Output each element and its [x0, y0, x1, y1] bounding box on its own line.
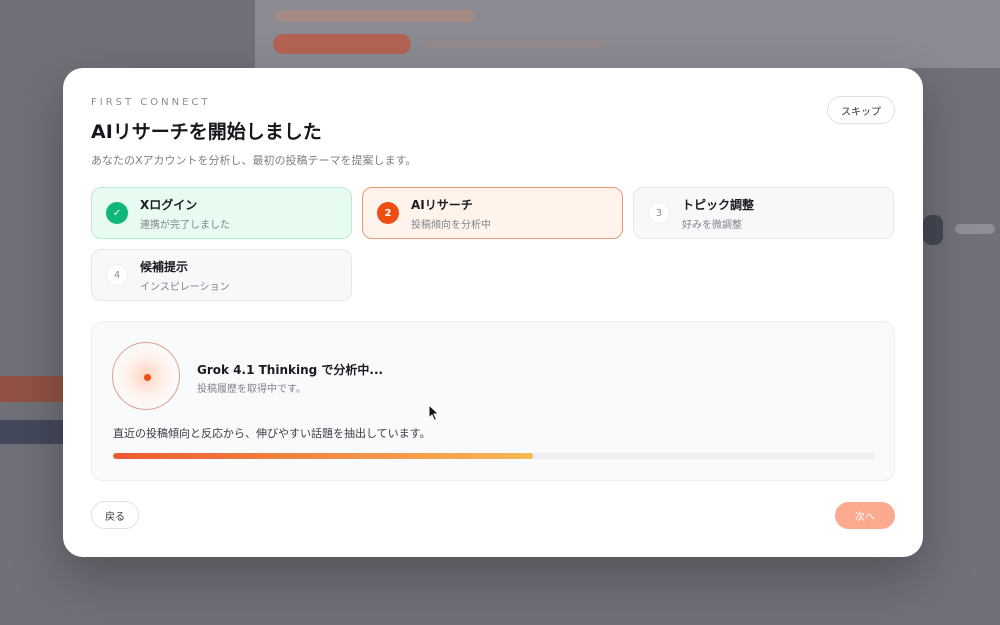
analysis-description: 直近の投稿傾向と反応から、伸びやすい話題を抽出しています。 [113, 427, 431, 440]
background-element [955, 224, 995, 234]
step-title: Xログイン [140, 197, 198, 212]
analysis-panel: Grok 4.1 Thinking で分析中... 投稿履歴を取得中です。 直近… [91, 321, 895, 481]
background-element [923, 215, 943, 245]
step-desc: 好みを微調整 [682, 219, 742, 231]
progress-fill [113, 453, 533, 459]
analysis-title: Grok 4.1 Thinking で分析中... [197, 363, 384, 377]
background-button [273, 34, 411, 54]
step-title: トピック調整 [682, 197, 755, 212]
step-candidates: 4 候補提示 インスピレーション [91, 249, 352, 301]
skip-button[interactable]: スキップ [827, 96, 895, 124]
step-number-badge: 4 [106, 264, 128, 286]
step-desc: 投稿傾向を分析中 [411, 219, 491, 231]
pulse-indicator-icon [112, 342, 180, 410]
check-icon: ✓ [106, 202, 128, 224]
background-text [425, 40, 605, 48]
step-number-badge: 3 [648, 202, 670, 224]
step-ai-research: 2 AIリサーチ 投稿傾向を分析中 [362, 187, 623, 239]
next-button[interactable]: 次へ [835, 502, 895, 529]
step-desc: 連携が完了しました [140, 219, 230, 231]
step-number-badge: 2 [377, 202, 399, 224]
step-title: AIリサーチ [411, 197, 473, 212]
background-element [0, 420, 64, 444]
pulse-dot [144, 374, 151, 381]
back-button[interactable]: 戻る [91, 501, 139, 529]
modal-title: AIリサーチを開始しました [91, 121, 322, 143]
mouse-cursor-icon [428, 404, 440, 422]
step-title: 候補提示 [140, 259, 189, 274]
onboarding-modal: FIRST CONNECT AIリサーチを開始しました あなたのXアカウントを分… [63, 68, 923, 557]
background-title [275, 10, 475, 22]
step-topic-adjust: 3 トピック調整 好みを微調整 [633, 187, 894, 239]
step-x-login: ✓ Xログイン 連携が完了しました [91, 187, 352, 239]
background-element [0, 376, 64, 402]
modal-eyebrow: FIRST CONNECT [91, 97, 211, 108]
step-desc: インスピレーション [140, 281, 230, 293]
modal-subtitle: あなたのXアカウントを分析し、最初の投稿テーマを提案します。 [91, 154, 417, 167]
progress-bar [113, 453, 876, 459]
analysis-status: 投稿履歴を取得中です。 [197, 384, 306, 395]
